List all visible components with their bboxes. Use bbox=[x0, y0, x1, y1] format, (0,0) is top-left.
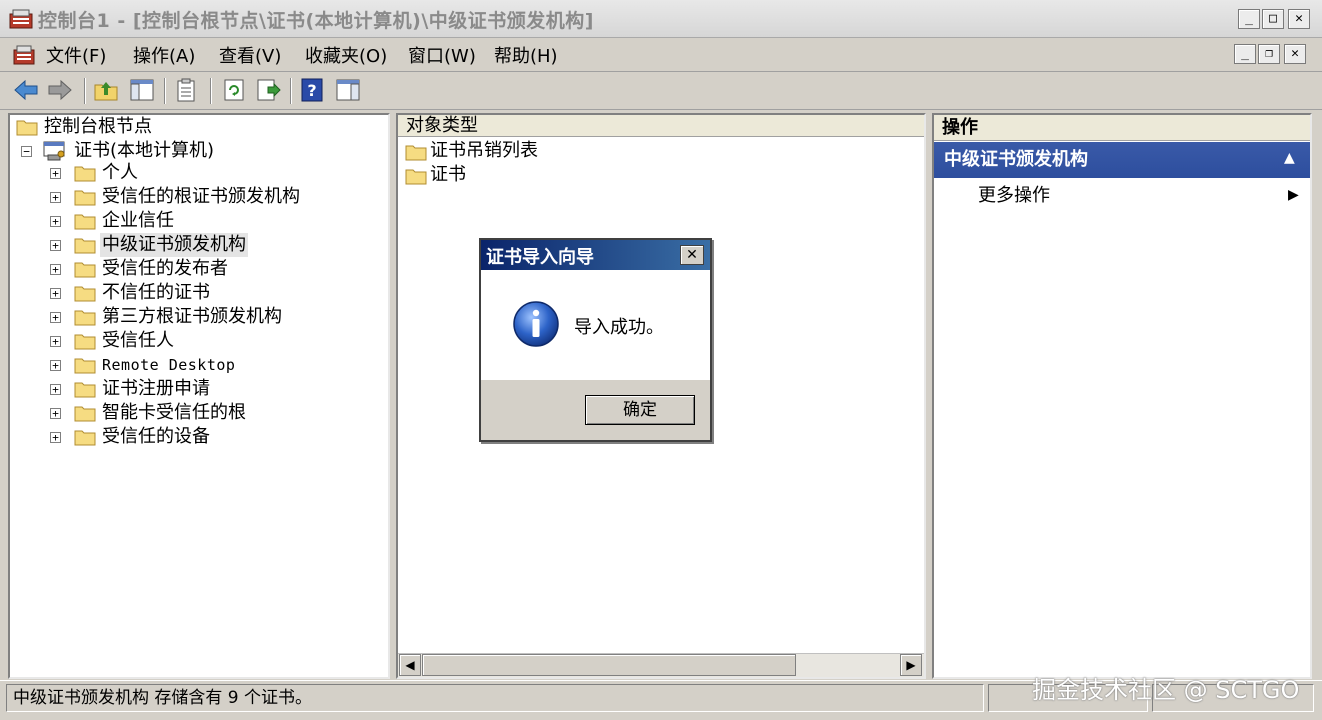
show-hide-tree-icon[interactable] bbox=[128, 76, 156, 104]
list-item-crl[interactable]: 证书吊销列表 bbox=[430, 139, 538, 163]
tree-expand-icon[interactable]: + bbox=[50, 192, 61, 203]
export-list-icon[interactable] bbox=[254, 76, 282, 104]
folder-icon bbox=[74, 310, 96, 326]
tree-item-trusted-root[interactable]: 受信任的根证书颁发机构 bbox=[102, 185, 300, 209]
tree-item-enrollment-requests[interactable]: 证书注册申请 bbox=[102, 377, 210, 401]
toolbar-separator bbox=[164, 78, 166, 104]
watermark: 掘金技术社区 @ SCTGO bbox=[1032, 676, 1300, 704]
info-icon bbox=[513, 301, 559, 347]
collapse-section-icon[interactable]: ▲ bbox=[1284, 150, 1295, 166]
doc-close-button[interactable]: ✕ bbox=[1284, 44, 1306, 64]
tree-expand-icon[interactable]: + bbox=[50, 264, 61, 275]
folder-icon bbox=[74, 214, 96, 230]
tree-expand-icon[interactable]: + bbox=[50, 432, 61, 443]
close-button[interactable]: ✕ bbox=[1288, 9, 1310, 29]
status-text: 中级证书颁发机构 存储含有 9 个证书。 bbox=[6, 684, 984, 712]
dialog-message: 导入成功。 bbox=[574, 317, 664, 338]
toolbar-separator bbox=[290, 78, 292, 104]
doc-restore-button[interactable]: ❐ bbox=[1258, 44, 1280, 64]
folder-icon bbox=[74, 406, 96, 422]
folder-icon bbox=[74, 358, 96, 374]
menu-file[interactable]: 文件(F) bbox=[44, 42, 108, 68]
submenu-arrow-icon: ▶ bbox=[1288, 187, 1299, 203]
list-item-certificates[interactable]: 证书 bbox=[430, 163, 466, 187]
dialog-title: 证书导入向导 bbox=[486, 247, 594, 268]
column-header-object-type[interactable]: 对象类型 bbox=[398, 115, 924, 137]
refresh-icon[interactable] bbox=[220, 76, 248, 104]
tree-item-personal[interactable]: 个人 bbox=[102, 161, 138, 185]
menu-favorites[interactable]: 收藏夹(O) bbox=[303, 42, 389, 68]
dialog-close-button[interactable]: ✕ bbox=[680, 245, 704, 265]
ok-button[interactable]: 确定 bbox=[585, 395, 695, 425]
menu-view[interactable]: 查看(V) bbox=[217, 42, 283, 68]
folder-open-icon bbox=[74, 238, 96, 254]
tree-item-trusted-devices[interactable]: 受信任的设备 bbox=[102, 425, 210, 449]
menu-window[interactable]: 窗口(W) bbox=[406, 42, 478, 68]
up-folder-icon[interactable] bbox=[92, 76, 120, 104]
tree-item-smart-card-root[interactable]: 智能卡受信任的根 bbox=[102, 401, 246, 425]
doc-minimize-button[interactable]: _ bbox=[1234, 44, 1256, 64]
tree-expand-icon[interactable]: + bbox=[50, 288, 61, 299]
properties-icon[interactable] bbox=[172, 76, 200, 104]
folder-icon bbox=[74, 262, 96, 278]
tree-expand-icon[interactable]: + bbox=[50, 216, 61, 227]
folder-icon bbox=[74, 166, 96, 182]
tree-item-third-party-root[interactable]: 第三方根证书颁发机构 bbox=[102, 305, 282, 329]
tree-item-enterprise-trust[interactable]: 企业信任 bbox=[102, 209, 174, 233]
scroll-thumb[interactable] bbox=[422, 654, 796, 676]
folder-icon bbox=[74, 190, 96, 206]
tree-item-trusted-people[interactable]: 受信任人 bbox=[102, 329, 174, 353]
folder-icon bbox=[16, 120, 38, 136]
show-hide-action-pane-icon[interactable] bbox=[334, 76, 362, 104]
folder-icon bbox=[74, 334, 96, 350]
menu-help[interactable]: 帮助(H) bbox=[492, 42, 560, 68]
certificate-store-icon bbox=[43, 141, 65, 161]
folder-icon bbox=[74, 382, 96, 398]
console-document-icon[interactable] bbox=[12, 44, 36, 66]
tree-item-trusted-publishers[interactable]: 受信任的发布者 bbox=[102, 257, 228, 281]
more-actions-item[interactable]: 更多操作 bbox=[978, 184, 1050, 208]
tree-item-intermediate-ca[interactable]: 中级证书颁发机构 bbox=[100, 233, 248, 257]
window-title: 控制台1 - [控制台根节点\证书(本地计算机)\中级证书颁发机构] bbox=[38, 10, 594, 32]
tree-expand-icon[interactable]: + bbox=[50, 240, 61, 251]
toolbar-separator bbox=[84, 78, 86, 104]
folder-icon bbox=[74, 286, 96, 302]
actions-header: 操作 bbox=[934, 115, 1310, 141]
help-icon[interactable]: ? bbox=[298, 76, 326, 104]
scroll-left-button[interactable]: ◀ bbox=[399, 654, 421, 676]
forward-icon[interactable] bbox=[46, 76, 74, 104]
back-icon[interactable] bbox=[12, 76, 40, 104]
tree-expand-icon[interactable]: + bbox=[50, 336, 61, 347]
menu-bar bbox=[0, 38, 1322, 72]
tree-expand-icon[interactable]: + bbox=[50, 384, 61, 395]
maximize-button[interactable]: □ bbox=[1262, 9, 1284, 29]
tree-item-remote-desktop[interactable]: Remote Desktop bbox=[102, 353, 235, 377]
minimize-button[interactable]: _ bbox=[1238, 9, 1260, 29]
tree-store-label[interactable]: 证书(本地计算机) bbox=[74, 139, 214, 163]
mmc-app-icon bbox=[9, 9, 33, 29]
menu-action[interactable]: 操作(A) bbox=[131, 42, 197, 68]
actions-section-title[interactable]: 中级证书颁发机构 bbox=[934, 142, 1310, 178]
svg-text:?: ? bbox=[307, 81, 316, 100]
scroll-right-button[interactable]: ▶ bbox=[900, 654, 922, 676]
tree-expand-icon[interactable]: + bbox=[50, 312, 61, 323]
tree-collapse-icon[interactable]: − bbox=[21, 146, 32, 157]
toolbar-separator bbox=[210, 78, 212, 104]
folder-icon bbox=[74, 430, 96, 446]
tree-root-label[interactable]: 控制台根节点 bbox=[44, 115, 152, 139]
folder-icon bbox=[405, 169, 427, 185]
folder-icon bbox=[405, 145, 427, 161]
tree-expand-icon[interactable]: + bbox=[50, 408, 61, 419]
tree-item-untrusted-certs[interactable]: 不信任的证书 bbox=[102, 281, 210, 305]
tree-expand-icon[interactable]: + bbox=[50, 360, 61, 371]
tree-expand-icon[interactable]: + bbox=[50, 168, 61, 179]
